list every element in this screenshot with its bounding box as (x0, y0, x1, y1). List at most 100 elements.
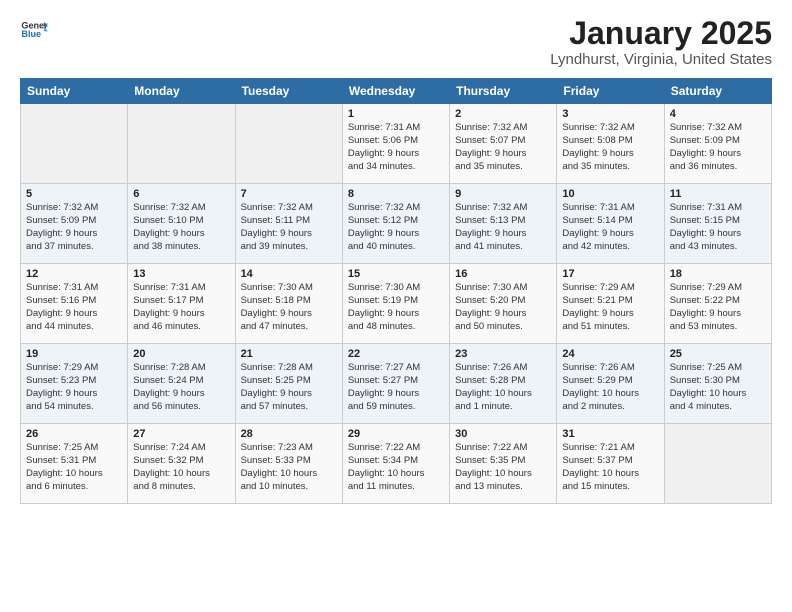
svg-text:Blue: Blue (21, 29, 41, 39)
day-number: 23 (455, 348, 551, 360)
day-number: 15 (348, 268, 444, 280)
day-info: Sunrise: 7:32 AM Sunset: 5:09 PM Dayligh… (670, 122, 766, 173)
day-info: Sunrise: 7:21 AM Sunset: 5:37 PM Dayligh… (562, 442, 658, 493)
day-info: Sunrise: 7:26 AM Sunset: 5:29 PM Dayligh… (562, 362, 658, 413)
day-number: 3 (562, 108, 658, 120)
header-cell-monday: Monday (128, 79, 235, 104)
calendar-cell (664, 424, 771, 504)
calendar-cell: 26 Sunrise: 7:25 AM Sunset: 5:31 PM Dayli… (21, 424, 128, 504)
calendar-cell: 4 Sunrise: 7:32 AM Sunset: 5:09 PM Daylig… (664, 104, 771, 184)
day-info: Sunrise: 7:31 AM Sunset: 5:17 PM Dayligh… (133, 282, 229, 333)
calendar-cell: 20 Sunrise: 7:28 AM Sunset: 5:24 PM Dayli… (128, 344, 235, 424)
day-info: Sunrise: 7:29 AM Sunset: 5:21 PM Dayligh… (562, 282, 658, 333)
location-title: Lyndhurst, Virginia, United States (550, 51, 772, 68)
header-cell-sunday: Sunday (21, 79, 128, 104)
logo: General Blue (20, 16, 48, 44)
day-number: 19 (26, 348, 122, 360)
day-number: 1 (348, 108, 444, 120)
calendar-cell: 21 Sunrise: 7:28 AM Sunset: 5:25 PM Dayli… (235, 344, 342, 424)
calendar-cell (235, 104, 342, 184)
day-info: Sunrise: 7:32 AM Sunset: 5:12 PM Dayligh… (348, 202, 444, 253)
day-info: Sunrise: 7:32 AM Sunset: 5:08 PM Dayligh… (562, 122, 658, 173)
calendar-cell: 18Sunrise: 7:29 AM Sunset: 5:22 PM Dayli… (664, 264, 771, 344)
calendar-cell: 31 Sunrise: 7:21 AM Sunset: 5:37 PM Dayli… (557, 424, 664, 504)
calendar-cell (21, 104, 128, 184)
calendar-cell: 16Sunrise: 7:30 AM Sunset: 5:20 PM Dayli… (450, 264, 557, 344)
day-info: Sunrise: 7:31 AM Sunset: 5:06 PM Dayligh… (348, 122, 444, 173)
day-info: Sunrise: 7:32 AM Sunset: 5:09 PM Dayligh… (26, 202, 122, 253)
day-number: 30 (455, 428, 551, 440)
day-info: Sunrise: 7:22 AM Sunset: 5:35 PM Dayligh… (455, 442, 551, 493)
day-number: 25 (670, 348, 766, 360)
day-info: Sunrise: 7:26 AM Sunset: 5:28 PM Dayligh… (455, 362, 551, 413)
day-info: Sunrise: 7:29 AM Sunset: 5:22 PM Dayligh… (670, 282, 766, 333)
day-number: 22 (348, 348, 444, 360)
calendar-cell: 17Sunrise: 7:29 AM Sunset: 5:21 PM Dayli… (557, 264, 664, 344)
day-number: 6 (133, 188, 229, 200)
calendar-cell: 24 Sunrise: 7:26 AM Sunset: 5:29 PM Dayli… (557, 344, 664, 424)
calendar-cell: 23 Sunrise: 7:26 AM Sunset: 5:28 PM Dayli… (450, 344, 557, 424)
calendar-cell: 9 Sunrise: 7:32 AM Sunset: 5:13 PM Daylig… (450, 184, 557, 264)
day-info: Sunrise: 7:30 AM Sunset: 5:18 PM Dayligh… (241, 282, 337, 333)
calendar-cell: 29Sunrise: 7:22 AM Sunset: 5:34 PM Dayli… (342, 424, 449, 504)
day-info: Sunrise: 7:30 AM Sunset: 5:20 PM Dayligh… (455, 282, 551, 333)
day-number: 7 (241, 188, 337, 200)
day-info: Sunrise: 7:25 AM Sunset: 5:31 PM Dayligh… (26, 442, 122, 493)
day-number: 29 (348, 428, 444, 440)
day-info: Sunrise: 7:25 AM Sunset: 5:30 PM Dayligh… (670, 362, 766, 413)
calendar-cell: 19 Sunrise: 7:29 AM Sunset: 5:23 PM Dayli… (21, 344, 128, 424)
day-number: 20 (133, 348, 229, 360)
day-number: 4 (670, 108, 766, 120)
day-info: Sunrise: 7:28 AM Sunset: 5:25 PM Dayligh… (241, 362, 337, 413)
header-cell-friday: Friday (557, 79, 664, 104)
calendar-cell: 2Sunrise: 7:32 AM Sunset: 5:07 PM Daylig… (450, 104, 557, 184)
day-info: Sunrise: 7:29 AM Sunset: 5:23 PM Dayligh… (26, 362, 122, 413)
calendar-cell: 25 Sunrise: 7:25 AM Sunset: 5:30 PM Dayli… (664, 344, 771, 424)
day-info: Sunrise: 7:31 AM Sunset: 5:16 PM Dayligh… (26, 282, 122, 333)
header-cell-tuesday: Tuesday (235, 79, 342, 104)
header-cell-thursday: Thursday (450, 79, 557, 104)
calendar-week-5: 26 Sunrise: 7:25 AM Sunset: 5:31 PM Dayli… (21, 424, 772, 504)
calendar-cell: 30 Sunrise: 7:22 AM Sunset: 5:35 PM Dayli… (450, 424, 557, 504)
calendar-cell: 15Sunrise: 7:30 AM Sunset: 5:19 PM Dayli… (342, 264, 449, 344)
day-number: 10 (562, 188, 658, 200)
calendar-cell (128, 104, 235, 184)
calendar-cell: 12 Sunrise: 7:31 AM Sunset: 5:16 PM Dayli… (21, 264, 128, 344)
day-info: Sunrise: 7:31 AM Sunset: 5:14 PM Dayligh… (562, 202, 658, 253)
day-info: Sunrise: 7:32 AM Sunset: 5:13 PM Dayligh… (455, 202, 551, 253)
calendar-week-1: 1 Sunrise: 7:31 AM Sunset: 5:06 PM Daylig… (21, 104, 772, 184)
day-info: Sunrise: 7:23 AM Sunset: 5:33 PM Dayligh… (241, 442, 337, 493)
calendar-cell: 1 Sunrise: 7:31 AM Sunset: 5:06 PM Daylig… (342, 104, 449, 184)
day-number: 9 (455, 188, 551, 200)
day-info: Sunrise: 7:28 AM Sunset: 5:24 PM Dayligh… (133, 362, 229, 413)
day-number: 13 (133, 268, 229, 280)
day-info: Sunrise: 7:32 AM Sunset: 5:11 PM Dayligh… (241, 202, 337, 253)
day-info: Sunrise: 7:31 AM Sunset: 5:15 PM Dayligh… (670, 202, 766, 253)
logo-icon: General Blue (20, 16, 48, 44)
day-number: 24 (562, 348, 658, 360)
calendar-cell: 22Sunrise: 7:27 AM Sunset: 5:27 PM Dayli… (342, 344, 449, 424)
day-number: 8 (348, 188, 444, 200)
day-number: 26 (26, 428, 122, 440)
calendar-week-4: 19 Sunrise: 7:29 AM Sunset: 5:23 PM Dayli… (21, 344, 772, 424)
calendar-cell: 6 Sunrise: 7:32 AM Sunset: 5:10 PM Daylig… (128, 184, 235, 264)
calendar-cell: 10 Sunrise: 7:31 AM Sunset: 5:14 PM Dayli… (557, 184, 664, 264)
calendar-cell: 14Sunrise: 7:30 AM Sunset: 5:18 PM Dayli… (235, 264, 342, 344)
day-number: 21 (241, 348, 337, 360)
day-number: 2 (455, 108, 551, 120)
day-info: Sunrise: 7:24 AM Sunset: 5:32 PM Dayligh… (133, 442, 229, 493)
header-cell-saturday: Saturday (664, 79, 771, 104)
calendar-cell: 11Sunrise: 7:31 AM Sunset: 5:15 PM Dayli… (664, 184, 771, 264)
header-cell-wednesday: Wednesday (342, 79, 449, 104)
day-number: 5 (26, 188, 122, 200)
day-info: Sunrise: 7:32 AM Sunset: 5:10 PM Dayligh… (133, 202, 229, 253)
calendar-week-2: 5 Sunrise: 7:32 AM Sunset: 5:09 PM Daylig… (21, 184, 772, 264)
calendar-header-row: SundayMondayTuesdayWednesdayThursdayFrid… (21, 79, 772, 104)
calendar-cell: 28Sunrise: 7:23 AM Sunset: 5:33 PM Dayli… (235, 424, 342, 504)
calendar-cell: 13 Sunrise: 7:31 AM Sunset: 5:17 PM Dayli… (128, 264, 235, 344)
day-number: 12 (26, 268, 122, 280)
calendar-cell: 27Sunrise: 7:24 AM Sunset: 5:32 PM Dayli… (128, 424, 235, 504)
calendar-cell: 3 Sunrise: 7:32 AM Sunset: 5:08 PM Daylig… (557, 104, 664, 184)
month-title: January 2025 (550, 16, 772, 51)
day-number: 31 (562, 428, 658, 440)
